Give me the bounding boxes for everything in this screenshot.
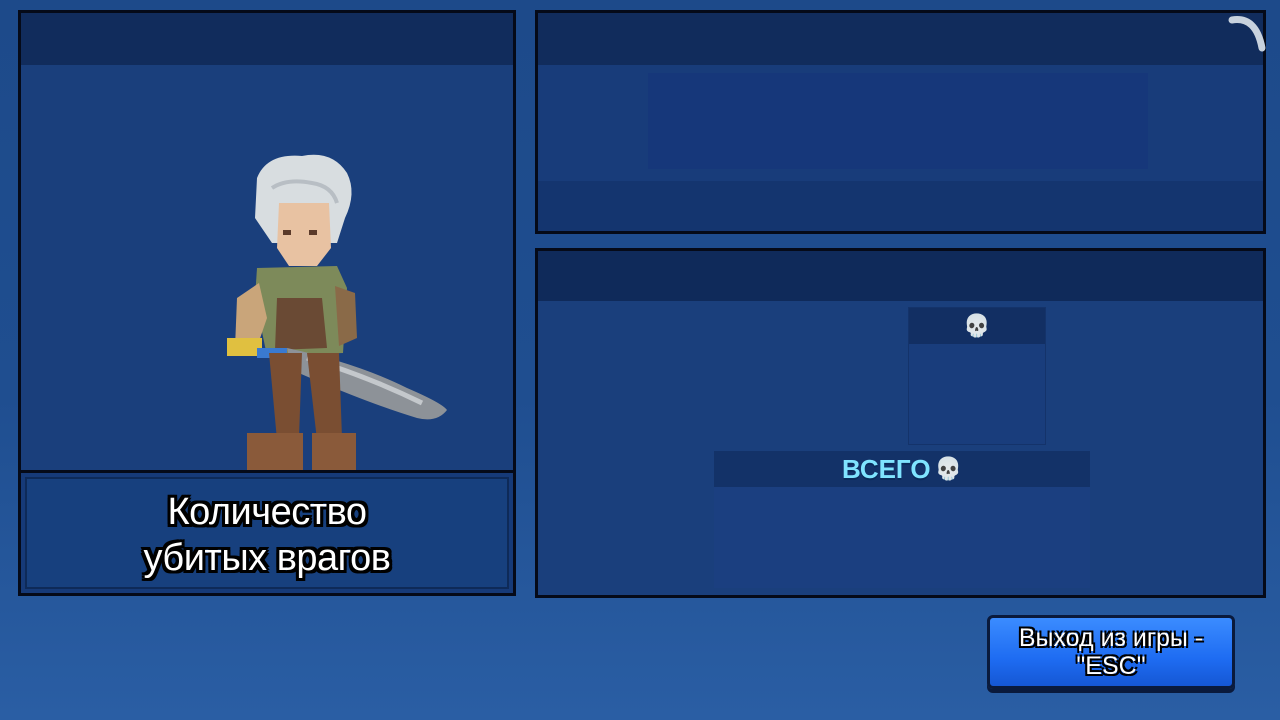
character-panel-header	[21, 13, 513, 65]
score-panel-header	[538, 251, 1263, 301]
refresh-arc-icon[interactable]	[1226, 12, 1270, 56]
kills-count-box: 💀	[908, 307, 1046, 445]
total-kills-header: ВСЕГО 💀	[714, 451, 1090, 487]
info-panel-header	[538, 13, 1263, 65]
info-panel-content	[648, 73, 1148, 169]
info-panel-footer	[538, 181, 1263, 231]
exit-button-line2: "ESC"	[1076, 652, 1146, 680]
skull-icon: 💀	[934, 456, 962, 481]
kills-title-line1: Количество	[167, 491, 367, 533]
kills-label-panel: Количество убитых врагов	[18, 470, 516, 596]
score-panel: 💀 ВСЕГО 💀	[535, 248, 1266, 598]
character-panel	[18, 10, 516, 473]
kills-count-header: 💀	[909, 308, 1045, 344]
total-label: ВСЕГО	[842, 453, 931, 484]
hero-character-sprite	[227, 154, 447, 470]
skull-icon: 💀	[963, 313, 991, 338]
total-kills-box: ВСЕГО 💀	[714, 451, 1090, 588]
kills-title-line2: убитых врагов	[143, 537, 392, 579]
info-panel	[535, 10, 1266, 234]
exit-game-button[interactable]: Выход из игры - "ESC"	[987, 615, 1235, 689]
exit-button-line1: Выход из игры -	[1018, 624, 1204, 652]
kills-title: Количество убитых врагов	[21, 489, 513, 581]
